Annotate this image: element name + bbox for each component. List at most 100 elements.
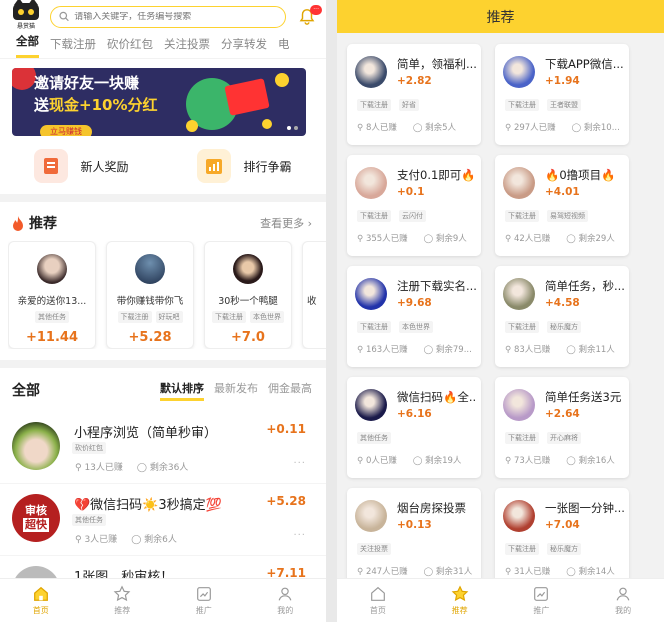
remaining-count: ◯ 剩余14人: [566, 567, 615, 577]
task-card[interactable]: 简单任务送3元 +2.64 下载注册 开心麻将 ⚲ 73人已赚 ◯ 剩余16人: [495, 377, 629, 478]
people-icon: ⚲: [505, 567, 514, 577]
task-card[interactable]: 下载APP微信... +1.94 下载注册 王者联盟 ⚲ 297人已赚 ◯ 剩余10...: [495, 44, 629, 145]
task-card[interactable]: 简单任务，秒... +4.58 下载注册 秘乐魔方 ⚲ 83人已赚 ◯ 剩余11人: [495, 266, 629, 367]
task-tag: 下载注册: [357, 210, 391, 222]
people-icon: ⚲: [505, 234, 514, 244]
task-tag: 秘乐魔方: [547, 543, 581, 555]
more-icon[interactable]: ···: [293, 458, 306, 469]
task-tag: 开心麻将: [547, 432, 581, 444]
tab-more[interactable]: 电: [278, 36, 290, 58]
remaining-count: ◯ 剩余31人: [423, 567, 473, 577]
task-tag: 下载注册: [505, 99, 539, 111]
nav-recommend[interactable]: 推荐: [82, 579, 164, 622]
avatar: [12, 422, 60, 470]
task-title: 注册下载实名...: [397, 279, 477, 293]
nav-profile[interactable]: 我的: [245, 579, 327, 622]
task-tag: 秘乐魔方: [547, 321, 581, 333]
remaining-count: ◯ 剩余36人: [136, 463, 189, 473]
nav-profile[interactable]: 我的: [582, 579, 664, 622]
nav-promote[interactable]: 推广: [163, 579, 245, 622]
avatar: [37, 254, 67, 284]
user-icon: [278, 587, 292, 601]
ranking-button[interactable]: 排行争霸: [163, 144, 326, 188]
recommend-card[interactable]: 亲爱的送你13... 其他任务 +11.44: [8, 241, 96, 349]
recommend-carousel[interactable]: 亲爱的送你13... 其他任务 +11.44 带你赚钱带你飞 下载注册 好玩吧 +…: [8, 241, 326, 349]
home-screen: 悬赏猫 ··· 全部 下载注册 砍价红包 关注投票 分享转发 电 邀请好友一块赚…: [0, 0, 326, 622]
sort-default[interactable]: 默认排序: [160, 380, 204, 401]
earned-count: ⚲ 297人已赚: [505, 123, 556, 133]
avatar: [135, 254, 165, 284]
search-input[interactable]: [74, 11, 277, 22]
task-reward: +6.16: [397, 408, 432, 420]
task-reward: +4.01: [545, 186, 580, 198]
user-icon: ◯: [566, 456, 579, 466]
user-icon: ◯: [423, 567, 436, 577]
nav-home[interactable]: 首页: [0, 579, 82, 622]
task-title: 下载APP微信...: [545, 57, 624, 71]
task-reward: +0.13: [397, 519, 432, 531]
banner-dots: [287, 126, 298, 130]
user-icon: ◯: [571, 123, 584, 133]
notification-badge: ···: [310, 4, 322, 15]
earned-count: ⚲ 355人已赚: [357, 234, 408, 244]
sort-newest[interactable]: 最新发布: [214, 380, 258, 401]
task-reward: +9.68: [397, 297, 432, 309]
tab-download-register[interactable]: 下载注册: [50, 36, 96, 58]
tab-follow-vote[interactable]: 关注投票: [164, 36, 210, 58]
notification-button[interactable]: ···: [296, 4, 322, 28]
task-tag: 好省: [399, 99, 419, 111]
more-icon[interactable]: ···: [293, 530, 306, 541]
people-icon: ⚲: [357, 456, 366, 466]
task-tag: 关注投票: [357, 543, 391, 555]
task-card[interactable]: 微信扫码🔥全... +6.16 其他任务 ⚲ 0人已赚 ◯ 剩余19人: [347, 377, 481, 478]
star-icon: [113, 585, 131, 602]
task-tag: 王者联盟: [547, 99, 581, 111]
view-more-link[interactable]: 查看更多 ›: [260, 215, 312, 231]
tab-all[interactable]: 全部: [16, 33, 39, 58]
task-row[interactable]: 小程序浏览（简单秒审） +0.11 砍价红包 ⚲ 13人已赚 ◯ 剩余36人 ·…: [0, 414, 326, 484]
earned-count: ⚲ 0人已赚: [357, 456, 397, 466]
divider: [0, 360, 326, 368]
task-card[interactable]: 烟台房探投票 +0.13 关注投票 ⚲ 247人已赚 ◯ 剩余31人: [347, 488, 481, 589]
recommend-card[interactable]: 30秒一个鸭腿 下载注册 本色世界 +7.0: [204, 241, 292, 349]
task-tag: 下载注册: [357, 321, 391, 333]
earned-count: ⚲ 31人已赚: [505, 567, 551, 577]
newbie-reward-button[interactable]: 新人奖励: [0, 144, 163, 188]
app-logo: 悬赏猫: [8, 0, 44, 32]
divider: [0, 194, 326, 202]
nav-recommend[interactable]: 推荐: [419, 579, 501, 622]
task-card[interactable]: 支付0.1即可🔥 +0.1 下载注册 云闪付 ⚲ 355人已赚 ◯ 剩余9人: [347, 155, 481, 256]
chart-icon: [196, 587, 211, 601]
task-title: 支付0.1即可🔥: [397, 168, 476, 182]
sort-commission[interactable]: 佣金最高: [268, 380, 312, 401]
banner-button[interactable]: 立马赚钱: [40, 125, 92, 136]
people-icon: ⚲: [505, 123, 514, 133]
star-icon: [451, 585, 468, 602]
people-icon: ⚲: [357, 234, 366, 244]
earned-count: ⚲ 42人已赚: [505, 234, 551, 244]
all-tasks-header: 全部 默认排序 最新发布 佣金最高: [0, 378, 326, 402]
task-title: 🔥0撸项目🔥: [545, 168, 616, 182]
nav-promote[interactable]: 推广: [501, 579, 583, 622]
avatar: [503, 389, 535, 421]
recommend-card[interactable]: 收 下: [302, 241, 326, 349]
ranking-icon: [197, 149, 232, 183]
earned-count: ⚲ 83人已赚: [505, 345, 551, 355]
task-card[interactable]: 简单，领福利... +2.82 下载注册 好省 ⚲ 8人已赚 ◯ 剩余5人: [347, 44, 481, 145]
recommend-card[interactable]: 带你赚钱带你飞 下载注册 好玩吧 +5.28: [106, 241, 194, 349]
remaining-count: ◯ 剩余6人: [131, 535, 177, 545]
user-icon: ◯: [566, 567, 579, 577]
task-row[interactable]: 审核 超快 💔微信扫码☀️3秒搞定💯 +5.28 其他任务 ⚲ 3人已赚 ◯ 剩余…: [0, 486, 326, 556]
all-tasks-title: 全部: [12, 383, 40, 399]
task-card[interactable]: 一张图一分钟... +7.04 下载注册 秘乐魔方 ⚲ 31人已赚 ◯ 剩余14人: [495, 488, 629, 589]
nav-home[interactable]: 首页: [337, 579, 419, 622]
search-bar[interactable]: [50, 5, 286, 28]
task-card[interactable]: 🔥0撸项目🔥 +4.01 下载注册 易驾短视频 ⚲ 42人已赚 ◯ 剩余29人: [495, 155, 629, 256]
task-reward: +0.1: [397, 186, 425, 198]
task-card[interactable]: 注册下载实名... +9.68 下载注册 本色世界 ⚲ 163人已赚 ◯ 剩余79...: [347, 266, 481, 367]
promo-banner[interactable]: 邀请好友一块赚 送现金+10%分红 立马赚钱: [12, 68, 306, 136]
remaining-count: ◯ 剩余11人: [566, 345, 615, 355]
tab-bargain[interactable]: 砍价红包: [107, 36, 153, 58]
task-tag: 本色世界: [399, 321, 433, 333]
tab-share[interactable]: 分享转发: [221, 36, 267, 58]
